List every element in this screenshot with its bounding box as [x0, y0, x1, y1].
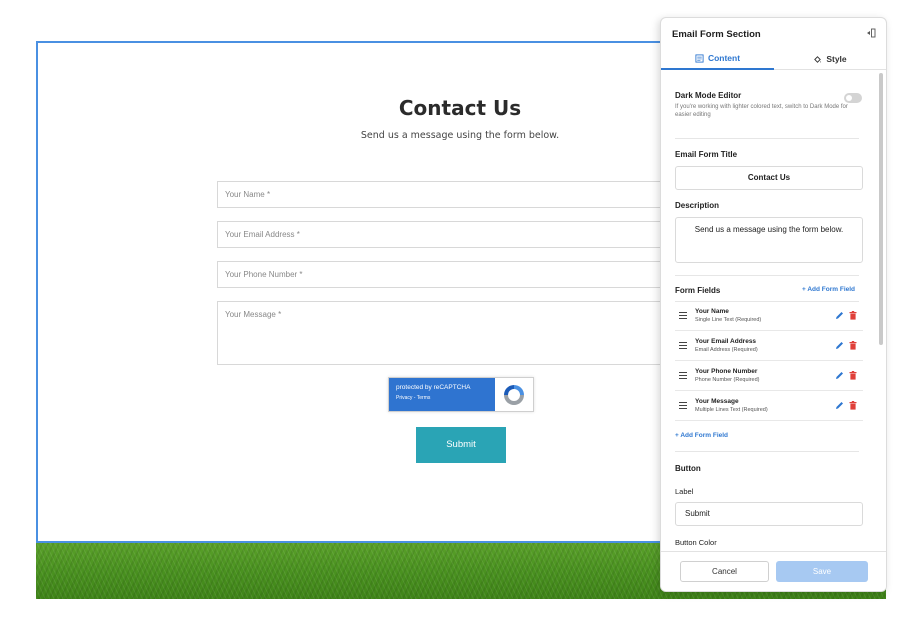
form-field-name: Your Name — [695, 308, 729, 315]
trash-icon[interactable] — [849, 371, 857, 380]
name-field[interactable]: Your Name * — [217, 181, 687, 208]
form-field-name: Your Email Address — [695, 338, 757, 345]
collapse-panel-icon[interactable] — [866, 28, 876, 38]
recaptcha-links[interactable]: Privacy - Terms — [396, 395, 488, 401]
description-label: Description — [675, 201, 720, 210]
form-field-row[interactable]: Your Email Address Email Address (Requir… — [675, 332, 863, 361]
trash-icon[interactable] — [849, 341, 857, 350]
pencil-icon[interactable] — [835, 401, 844, 410]
button-label-caption: Label — [675, 487, 694, 496]
panel-scroll-area[interactable]: Dark Mode Editor If you're working with … — [661, 71, 886, 551]
drag-handle-icon[interactable] — [679, 312, 687, 319]
cancel-button[interactable]: Cancel — [680, 561, 769, 582]
form-field-row[interactable]: Your Message Multiple Lines Text (Requir… — [675, 392, 863, 421]
tab-content[interactable]: Content — [661, 48, 774, 70]
message-field[interactable]: Your Message * — [217, 301, 687, 365]
pencil-icon[interactable] — [835, 371, 844, 380]
panel-title: Email Form Section — [672, 29, 761, 40]
email-form-title-label: Email Form Title — [675, 150, 738, 159]
drag-handle-icon[interactable] — [679, 372, 687, 379]
dark-mode-help: If you're working with lighter colored t… — [675, 104, 848, 118]
panel-scrollbar[interactable] — [879, 73, 883, 345]
form-field-type: Multiple Lines Text (Required) — [695, 407, 768, 413]
trash-icon[interactable] — [849, 311, 857, 320]
tab-style-label: Style — [826, 54, 847, 64]
divider — [675, 451, 859, 452]
pencil-icon[interactable] — [835, 311, 844, 320]
phone-field-placeholder: Your Phone Number * — [225, 270, 303, 279]
drag-handle-icon[interactable] — [679, 402, 687, 409]
button-section-label: Button — [675, 464, 701, 473]
add-form-field-link[interactable]: + Add Form Field — [802, 286, 855, 293]
paint-bucket-icon — [814, 55, 822, 63]
email-field[interactable]: Your Email Address * — [217, 221, 687, 248]
divider — [675, 275, 859, 276]
trash-icon[interactable] — [849, 401, 857, 410]
tab-style[interactable]: Style — [774, 48, 886, 70]
contact-description: Send us a message using the form below. — [360, 130, 560, 141]
tab-content-label: Content — [707, 53, 741, 63]
form-field-type: Email Address (Required) — [695, 347, 758, 353]
contact-title: Contact Us — [398, 96, 522, 120]
save-button[interactable]: Save — [776, 561, 868, 582]
add-form-field-link-bottom[interactable]: + Add Form Field — [675, 432, 728, 439]
email-form-title-input[interactable]: Contact Us — [675, 166, 863, 190]
editor-stage: Contact Us Send us a message using the f… — [0, 0, 913, 624]
dark-mode-toggle[interactable] — [844, 93, 862, 103]
form-field-name: Your Phone Number — [695, 368, 758, 375]
drag-handle-icon[interactable] — [679, 342, 687, 349]
form-field-name: Your Message — [695, 398, 739, 405]
form-field-row[interactable]: Your Name Single Line Text (Required) — [675, 302, 863, 331]
recaptcha-icon — [504, 385, 524, 405]
recaptcha-label: protected by reCAPTCHA Privacy - Terms — [389, 378, 495, 411]
button-color-caption: Button Color — [675, 538, 717, 547]
form-field-type: Single Line Text (Required) — [695, 317, 762, 323]
form-submit-button[interactable]: Submit — [416, 427, 506, 463]
dark-mode-label: Dark Mode Editor — [675, 91, 742, 100]
email-field-placeholder: Your Email Address * — [225, 230, 300, 239]
recaptcha-protected-text: protected by reCAPTCHA — [396, 384, 471, 391]
name-field-placeholder: Your Name * — [225, 190, 271, 199]
form-field-type: Phone Number (Required) — [695, 377, 760, 383]
recaptcha-badge[interactable]: protected by reCAPTCHA Privacy - Terms — [388, 377, 534, 412]
panel-footer: Cancel Save — [661, 551, 886, 591]
pencil-icon[interactable] — [835, 341, 844, 350]
message-field-placeholder: Your Message * — [225, 310, 282, 319]
divider — [675, 138, 859, 139]
form-fields-label: Form Fields — [675, 286, 721, 295]
email-form-section-panel: Email Form Section Content Style Dark Mo… — [660, 17, 887, 592]
button-label-input[interactable]: Submit — [675, 502, 863, 526]
panel-tabs: Content Style — [661, 48, 886, 70]
content-icon — [695, 53, 704, 63]
description-input[interactable]: Send us a message using the form below. — [675, 217, 863, 263]
form-field-row[interactable]: Your Phone Number Phone Number (Required… — [675, 362, 863, 391]
phone-field[interactable]: Your Phone Number * — [217, 261, 687, 288]
